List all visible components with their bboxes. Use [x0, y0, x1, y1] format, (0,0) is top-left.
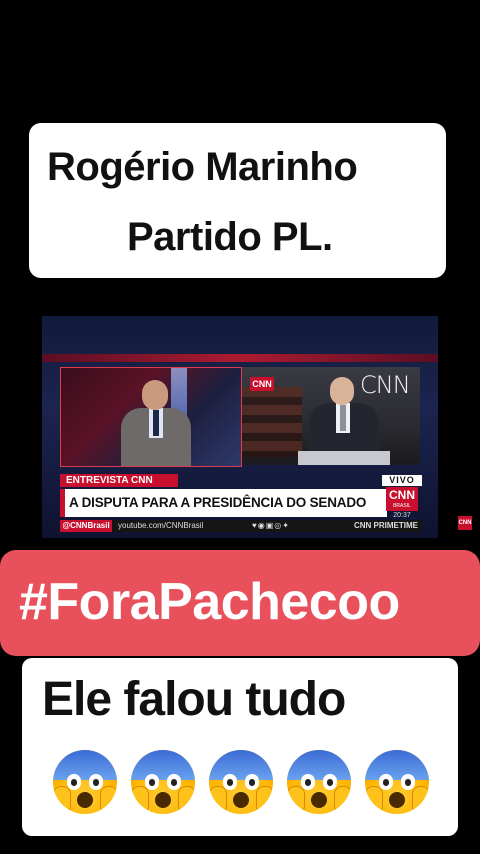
studio-shelves [242, 387, 302, 457]
screaming-face-icon [53, 750, 117, 814]
social-icons: ♥◉▣◎✦ [252, 521, 290, 530]
program-name: CNN PRIMETIME [354, 521, 418, 530]
ticker-bar: @CNNBrasil youtube.com/CNNBrasil ♥◉▣◎✦ C… [60, 520, 422, 532]
studio-light-stripe [42, 354, 438, 362]
guest-figure [298, 373, 390, 465]
hashtag-banner: #ForaPachecoo [0, 550, 480, 656]
segment-tag: ENTREVISTA CNN [60, 474, 178, 487]
screaming-face-icon [287, 750, 351, 814]
caption-top-box: Rogério Marinho Partido PL. [29, 123, 446, 278]
ticker-url: youtube.com/CNNBrasil [118, 521, 204, 530]
hashtag-text: #ForaPachecoo [19, 573, 400, 631]
emoji-row [53, 750, 453, 822]
cnn-watermark-icon: CNN [458, 516, 472, 530]
ticker-brand: @CNNBrasil [60, 520, 112, 532]
screaming-face-icon [365, 750, 429, 814]
screaming-face-icon [131, 750, 195, 814]
anchor-panel [60, 367, 242, 467]
cnn-brasil-logo: CNN BRASIL [386, 487, 418, 511]
headline-bar: A DISPUTA PARA A PRESIDÊNCIA DO SENADO [60, 489, 387, 517]
broadcast-time: 20:37 [393, 512, 411, 519]
caption-party: Partido PL. [127, 215, 333, 259]
guest-panel: CNN CNN [242, 367, 420, 465]
cnn-wall-small-logo: CNN [250, 377, 274, 391]
anchor-figure [116, 376, 196, 466]
caption-bottom-box: Ele falou tudo [22, 658, 458, 836]
live-badge: VIVO [382, 475, 422, 486]
cnn-logo-text: CNN [389, 488, 415, 502]
screaming-face-icon [209, 750, 273, 814]
cnn-logo-sub: BRASIL [393, 503, 411, 509]
video-frame[interactable]: CNN CNN ENTREVISTA CNN A DISPUTA PARA A … [42, 316, 438, 538]
caption-name: Rogério Marinho [47, 145, 358, 189]
lower-third: ENTREVISTA CNN A DISPUTA PARA A PRESIDÊN… [60, 474, 422, 522]
caption-bottom-text: Ele falou tudo [42, 673, 346, 726]
